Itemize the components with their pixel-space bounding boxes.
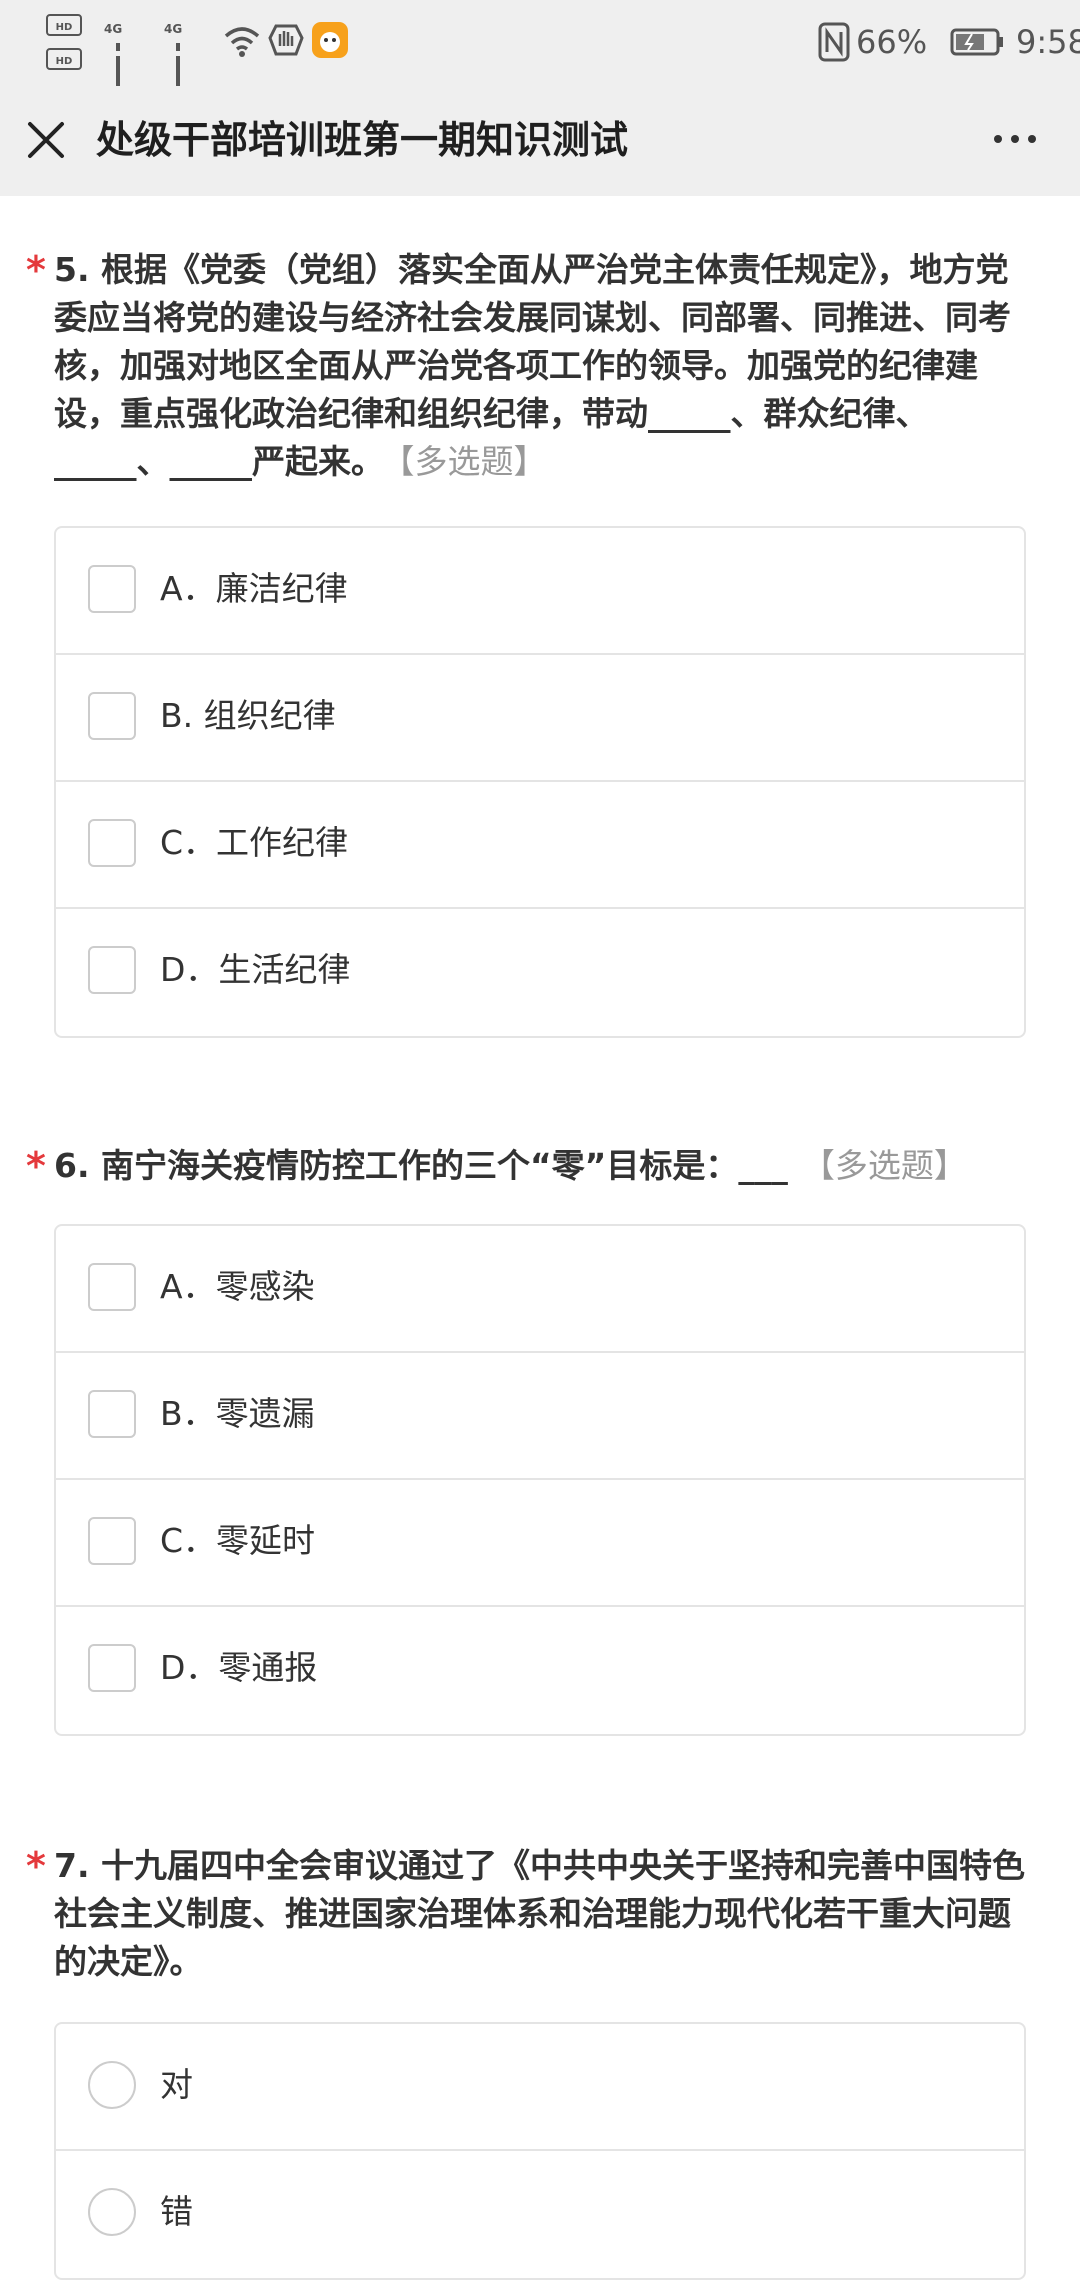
page-title: 处级干部培训班第一期知识测试 <box>96 118 629 162</box>
checkbox[interactable] <box>88 819 136 867</box>
radio-button[interactable] <box>88 2188 136 2236</box>
radio-button[interactable] <box>88 2061 136 2109</box>
option-b[interactable]: B．零遗漏 <box>56 1353 1024 1480</box>
options-group: 对 错 <box>54 2022 1026 2280</box>
hand-icon <box>268 24 304 56</box>
option-c[interactable]: C．工作纪律 <box>56 782 1024 909</box>
checkbox[interactable] <box>88 692 136 740</box>
option-a[interactable]: A．廉洁纪律 <box>56 528 1024 655</box>
checkbox[interactable] <box>88 565 136 613</box>
required-marker: * <box>26 1844 46 1888</box>
option-label: D．生活纪律 <box>160 950 351 989</box>
option-label: C．工作纪律 <box>160 823 349 862</box>
checkbox[interactable] <box>88 1263 136 1311</box>
option-d[interactable]: D．生活纪律 <box>56 909 1024 1036</box>
options-group: A．零感染 B．零遗漏 C．零延时 D．零通报 <box>54 1224 1026 1736</box>
battery-percent: 66% <box>856 23 928 61</box>
option-label: 错 <box>160 2192 193 2231</box>
option-label: A．廉洁纪律 <box>160 569 348 608</box>
option-d[interactable]: D．零通报 <box>56 1607 1024 1734</box>
checkbox[interactable] <box>88 1390 136 1438</box>
question-title: 6. 南宁海关疫情防控工作的三个“零”目标是：___ 【多选题】 <box>54 1142 1034 1190</box>
options-group: A．廉洁纪律 B. 组织纪律 C．工作纪律 D．生活纪律 <box>54 526 1026 1038</box>
option-b[interactable]: B. 组织纪律 <box>56 655 1024 782</box>
option-c[interactable]: C．零延时 <box>56 1480 1024 1607</box>
app-notification-icon <box>312 22 348 58</box>
option-label: D．零通报 <box>160 1648 318 1687</box>
question-type: 【多选题】 <box>801 1146 967 1185</box>
hd-voice-2-icon: HD <box>46 48 82 70</box>
question-text: 7. 十九届四中全会审议通过了《中共中央关于坚持和完善中国特色社会主义制度、推进… <box>54 1846 1025 1981</box>
option-label: C．零延时 <box>160 1521 316 1560</box>
clock: 9:58 <box>1016 23 1080 61</box>
nfc-icon <box>818 22 850 62</box>
option-label: B．零遗漏 <box>160 1394 315 1433</box>
option-label: B. 组织纪律 <box>160 696 336 735</box>
option-label: 对 <box>160 2065 193 2104</box>
required-marker: * <box>26 248 46 292</box>
question-title: 5. 根据《党委（党组）落实全面从严治党主体责任规定》，地方党委应当将党的建设与… <box>54 246 1034 486</box>
option-true[interactable]: 对 <box>56 2024 1024 2151</box>
question-type: 【多选题】 <box>398 442 547 481</box>
checkbox[interactable] <box>88 1644 136 1692</box>
option-a[interactable]: A．零感染 <box>56 1226 1024 1353</box>
option-label: A．零感染 <box>160 1267 315 1306</box>
checkbox[interactable] <box>88 946 136 994</box>
checkbox[interactable] <box>88 1517 136 1565</box>
title-bar: 处级干部培训班第一期知识测试 <box>0 86 1080 196</box>
close-icon[interactable] <box>24 118 68 162</box>
question-text: 6. 南宁海关疫情防控工作的三个“零”目标是：___ <box>54 1146 788 1185</box>
status-bar: HD HD 4G 4G 66% 9:58 <box>0 0 1080 116</box>
question-title: 7. 十九届四中全会审议通过了《中共中央关于坚持和完善中国特色社会主义制度、推进… <box>54 1842 1034 1986</box>
hd-voice-1-icon: HD <box>46 14 82 36</box>
wifi-icon <box>224 27 260 57</box>
more-options-icon[interactable] <box>990 124 1040 154</box>
option-false[interactable]: 错 <box>56 2151 1024 2278</box>
battery-icon <box>950 28 1003 56</box>
required-marker: * <box>26 1144 46 1188</box>
